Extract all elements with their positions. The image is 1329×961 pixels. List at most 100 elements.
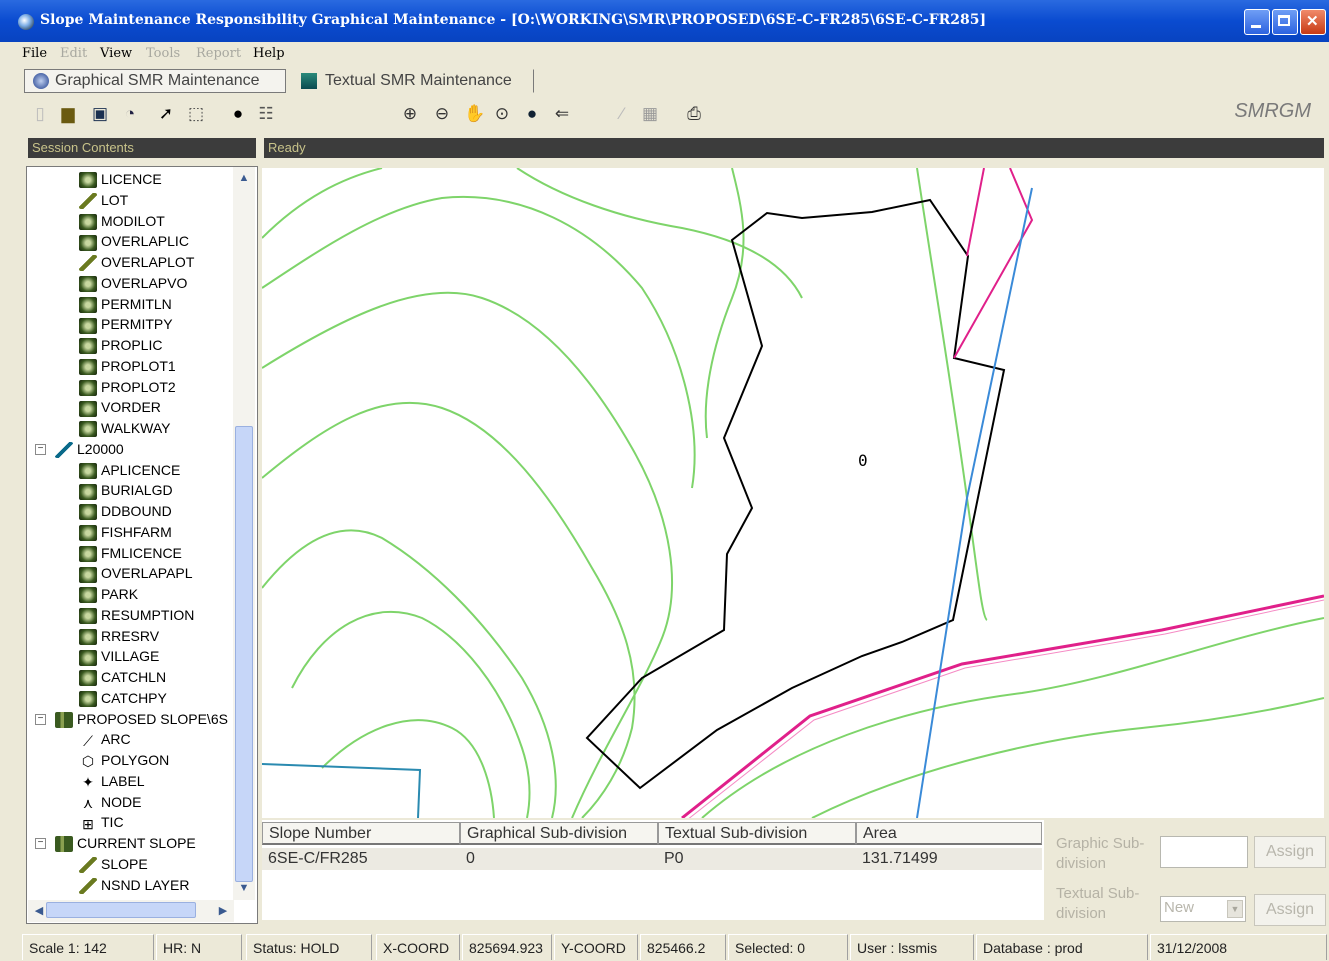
maximize-button[interactable]: [1272, 9, 1298, 35]
tree-item[interactable]: PERMITLN: [79, 294, 172, 314]
tree-item[interactable]: OVERLAPVO: [79, 273, 187, 293]
tree-item[interactable]: CATCHPY: [79, 688, 167, 708]
tree-item[interactable]: LOT: [79, 190, 128, 210]
layer-icon: [79, 379, 97, 396]
layer-tool-icon[interactable]: ▦: [640, 104, 660, 124]
save-icon[interactable]: ▣: [90, 104, 110, 124]
tree-item[interactable]: FMLICENCE: [79, 543, 182, 563]
tree-item[interactable]: BURIALGD: [79, 480, 173, 500]
assign-textual-button[interactable]: Assign: [1254, 894, 1326, 926]
header-textual-subdivision[interactable]: Textual Sub-division: [658, 822, 856, 845]
tree-item[interactable]: PROPLOT2: [79, 377, 176, 397]
minimize-button[interactable]: [1244, 9, 1270, 35]
tree-item[interactable]: FISHFARM: [79, 522, 172, 542]
tree-item[interactable]: VILLAGE: [79, 646, 159, 666]
tree-horizontal-scroll-thumb[interactable]: [46, 902, 196, 918]
tree-item-label: APLICENCE: [101, 461, 181, 478]
tree-item[interactable]: − CURRENT SLOPE: [35, 833, 196, 853]
tree-item-label: RESUMPTION: [101, 606, 195, 623]
menu-edit[interactable]: Edit: [60, 46, 87, 61]
tree-item[interactable]: OVERLAPLIC: [79, 231, 189, 251]
map-drawing[interactable]: 0: [262, 168, 1324, 818]
tree-item[interactable]: NSND LAYER: [79, 875, 189, 895]
tree-expander-icon[interactable]: −: [35, 713, 46, 725]
layer-icon: [79, 213, 97, 230]
tree-item-label: OVERLAPAPL: [101, 565, 193, 582]
zoom-in-icon[interactable]: ⊕: [400, 104, 420, 124]
tree-item[interactable]: LICENCE: [79, 169, 162, 189]
tree-item[interactable]: ⬡ POLYGON: [79, 750, 169, 770]
tree-item[interactable]: VORDER: [79, 397, 161, 417]
select-box-icon[interactable]: ⬚: [186, 104, 206, 124]
menu-help[interactable]: Help: [253, 46, 285, 61]
tree-item[interactable]: PERMITPY: [79, 314, 173, 334]
tree-expander-icon[interactable]: −: [35, 838, 46, 849]
cell-graphical-subdivision[interactable]: 0: [460, 848, 658, 870]
header-slope-number[interactable]: Slope Number: [262, 822, 460, 845]
tree-item-label: OVERLAPLIC: [101, 233, 189, 250]
zoom-window-icon[interactable]: ⊙: [492, 104, 512, 124]
tree-item[interactable]: PROPLOT1: [79, 356, 176, 376]
header-graphical-subdivision[interactable]: Graphical Sub-division: [460, 822, 658, 845]
tree-expander-icon[interactable]: −: [35, 443, 46, 455]
pan-hand-icon[interactable]: ✋: [464, 104, 485, 124]
tree-vertical-scroll-thumb[interactable]: [235, 426, 253, 882]
tree-item[interactable]: OVERLAPAPL: [79, 563, 193, 583]
tree-item[interactable]: PROPLIC: [79, 335, 162, 355]
tree-item-label: POLYGON: [101, 752, 170, 768]
tree-item[interactable]: PARK: [79, 584, 138, 604]
tree-item-label: VILLAGE: [101, 648, 160, 665]
info-icon[interactable]: ●: [228, 104, 248, 124]
tree-item[interactable]: SLOPE: [79, 854, 148, 874]
assign-graphic-button[interactable]: Assign: [1254, 836, 1326, 868]
menu-report[interactable]: Report: [196, 46, 241, 61]
tree-item-label: LABEL: [101, 772, 145, 789]
tree-item[interactable]: ✦ LABEL: [79, 771, 145, 791]
contour-line: [516, 168, 803, 299]
tree-item[interactable]: ⋏ NODE: [79, 792, 142, 812]
dropdown-arrow-icon[interactable]: ▼: [1227, 900, 1243, 918]
edit-tool-icon[interactable]: ⁄: [612, 104, 632, 124]
tree-item[interactable]: RRESRV: [79, 626, 159, 646]
tree-item[interactable]: APLICENCE: [79, 460, 180, 480]
full-extent-icon[interactable]: ●: [522, 104, 542, 124]
tree-item-label: PROPOSED SLOPE\6S: [77, 710, 228, 727]
print-icon[interactable]: ⎙: [684, 104, 704, 124]
tab-textual-smr[interactable]: Textual SMR Maintenance: [294, 69, 534, 93]
session-tree[interactable]: LICENCE LOT MODILOT OVERLAPLIC OVERLAPLOT OVE…: [26, 166, 258, 924]
map-canvas[interactable]: 0: [262, 168, 1324, 818]
tree-item[interactable]: MODILOT: [79, 211, 165, 231]
tree-item-label: SLOPE: [101, 855, 148, 872]
zoom-out-icon[interactable]: ⊖: [432, 104, 452, 124]
slope-attribute-grid[interactable]: Slope Number Graphical Sub-division Text…: [262, 820, 1044, 920]
tree-item[interactable]: DDBOUND: [79, 501, 172, 521]
tree-item[interactable]: ⟋ ARC: [79, 729, 130, 749]
cell-area[interactable]: 131.71499: [856, 848, 1042, 870]
close-button[interactable]: [1300, 9, 1326, 35]
layer-icon: [79, 234, 97, 251]
tree-item[interactable]: WALKWAY: [79, 418, 171, 438]
cell-slope-number[interactable]: 6SE-C/FR285: [262, 848, 460, 870]
tree-item[interactable]: CATCHLN: [79, 667, 166, 687]
menu-file[interactable]: File: [22, 46, 47, 61]
cell-textual-subdivision[interactable]: P0: [658, 848, 856, 870]
menu-tools[interactable]: Tools: [146, 46, 180, 61]
scroll-right-arrow-icon[interactable]: ▶: [214, 902, 232, 920]
tree-item[interactable]: ⊞ TIC: [79, 812, 123, 832]
refresh-icon[interactable]: ◔: [120, 104, 140, 124]
tree-item[interactable]: − L20000: [35, 439, 124, 459]
tree-item[interactable]: RESUMPTION: [79, 605, 194, 625]
tree-item[interactable]: OVERLAPLOT: [79, 252, 194, 272]
open-folder-icon[interactable]: ▆: [58, 104, 78, 124]
menu-view[interactable]: View: [100, 46, 132, 61]
tree-item[interactable]: − PROPOSED SLOPE\6S: [35, 709, 228, 729]
tab-graphical-smr[interactable]: Graphical SMR Maintenance: [24, 69, 286, 93]
previous-extent-icon[interactable]: ⇐: [552, 104, 572, 124]
select-arrow-icon[interactable]: ➚: [156, 104, 176, 124]
textual-subdivision-select[interactable]: New ▼: [1160, 896, 1246, 922]
graphic-subdivision-input[interactable]: [1160, 836, 1248, 868]
scroll-up-arrow-icon[interactable]: ▲: [235, 169, 253, 187]
new-file-icon[interactable]: ▯: [30, 104, 50, 124]
header-area[interactable]: Area: [856, 822, 1042, 845]
attribute-table-icon[interactable]: ☷: [256, 104, 276, 124]
